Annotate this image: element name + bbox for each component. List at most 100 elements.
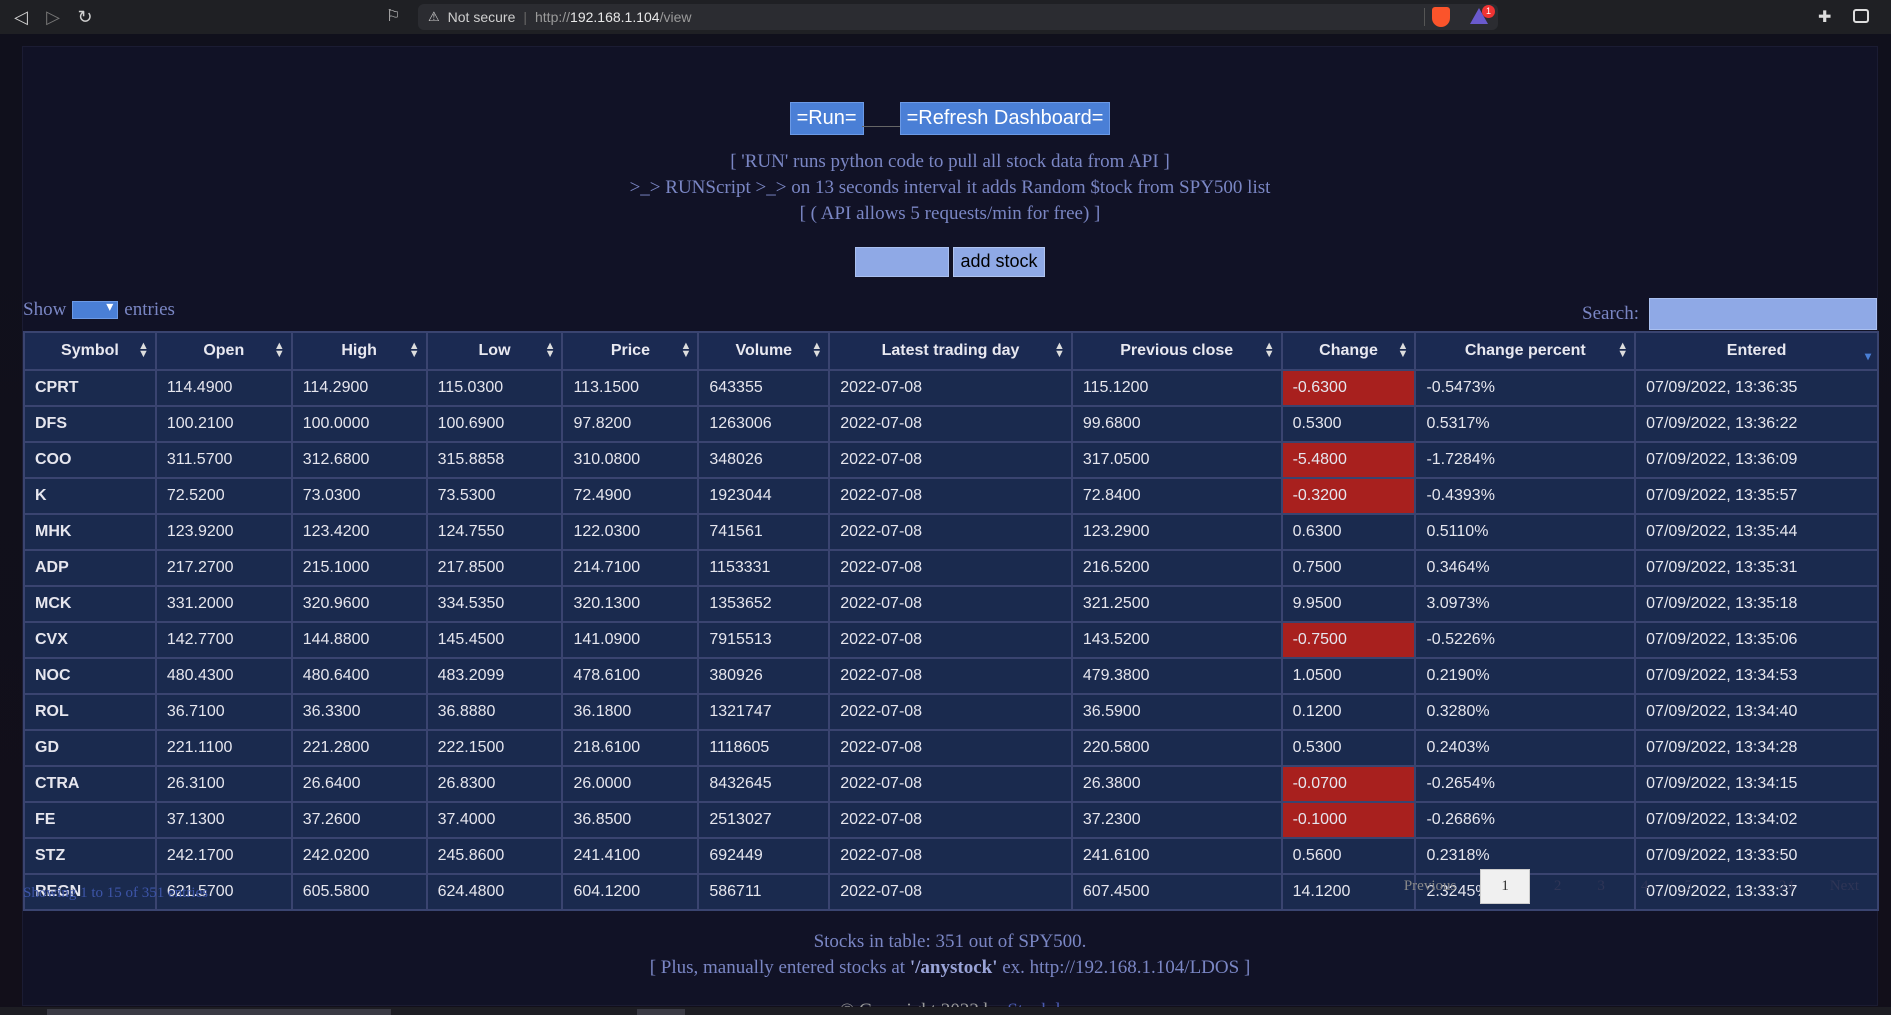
table-row[interactable]: CVX 142.7700 144.8800 145.4500 141.0900 79155… bbox=[23, 621, 1879, 659]
table-cell: 36.8880 bbox=[425, 693, 564, 731]
table-cell: 321.2500 bbox=[1070, 585, 1283, 623]
table-row[interactable]: ADP 217.2700 215.1000 217.8500 214.7100 11533… bbox=[23, 549, 1879, 587]
wallet-icon[interactable] bbox=[1853, 9, 1869, 23]
table-cell: 215.1000 bbox=[290, 549, 428, 587]
table-cell: 0.5300 bbox=[1280, 405, 1417, 443]
page-button-1[interactable]: 1 bbox=[1480, 869, 1530, 904]
scrollbar-thumb[interactable] bbox=[47, 1009, 391, 1015]
table-cell: 9.9500 bbox=[1280, 585, 1417, 623]
info-line-3: [ ( API allows 5 requests/min for free) … bbox=[799, 203, 1101, 224]
add-stock-button[interactable]: add stock bbox=[953, 247, 1045, 277]
table-cell: 73.0300 bbox=[290, 477, 428, 515]
table-cell: 479.3800 bbox=[1070, 657, 1283, 695]
table-cell: 483.2099 bbox=[425, 657, 564, 695]
table-cell: 141.0900 bbox=[561, 621, 700, 659]
bookmark-icon[interactable]: ⚐ bbox=[386, 6, 400, 26]
sort-icon: ▲ ▼ bbox=[544, 340, 556, 360]
table-cell: 348026 bbox=[697, 441, 831, 479]
column-header-label: Symbol bbox=[61, 342, 119, 359]
extensions-icon[interactable]: ✚ bbox=[1818, 7, 1831, 27]
table-cell: 72.8400 bbox=[1070, 477, 1283, 515]
table-cell: 8432645 bbox=[697, 765, 831, 803]
table-cell: 0.5110% bbox=[1414, 513, 1637, 551]
table-cell: 480.4300 bbox=[154, 657, 293, 695]
table-cell: 214.7100 bbox=[561, 549, 700, 587]
table-cell: 115.1200 bbox=[1070, 369, 1283, 407]
table-cell: DFS bbox=[23, 405, 157, 443]
table-cell: 2022-07-08 bbox=[828, 729, 1073, 767]
table-cell: 217.8500 bbox=[425, 549, 564, 587]
column-header[interactable]: Change ▲ ▼ bbox=[1280, 331, 1417, 371]
column-header[interactable]: Price ▲ ▼ bbox=[561, 331, 700, 371]
manual-path: '/anystock' bbox=[909, 957, 998, 978]
brave-shield-icon[interactable] bbox=[1432, 7, 1450, 27]
column-header-label: Low bbox=[478, 342, 511, 359]
page-button-2[interactable]: 2 bbox=[1536, 878, 1580, 895]
table-cell: 2022-07-08 bbox=[828, 477, 1073, 515]
previous-page-button[interactable]: Previous bbox=[1386, 878, 1475, 895]
table-row[interactable]: COO 311.5700 312.6800 315.8858 310.0800 34802… bbox=[23, 441, 1879, 479]
table-cell: 2022-07-08 bbox=[828, 369, 1073, 407]
table-cell: 2022-07-08 bbox=[828, 549, 1073, 587]
column-header[interactable]: Entered ▾ bbox=[1634, 331, 1879, 371]
table-cell: 2022-07-08 bbox=[828, 585, 1073, 623]
forward-arrow-icon[interactable]: ▷ bbox=[40, 4, 66, 30]
url-host: 192.168.1.104 bbox=[570, 9, 660, 25]
search-input[interactable] bbox=[1649, 298, 1877, 330]
url-prefix: http:// bbox=[535, 9, 571, 25]
column-header[interactable]: Low ▲ ▼ bbox=[425, 331, 564, 371]
next-page-button[interactable]: Next bbox=[1812, 878, 1877, 895]
run-button[interactable]: =Run= bbox=[789, 102, 864, 135]
table-cell: 222.1500 bbox=[425, 729, 564, 767]
refresh-dashboard-button[interactable]: =Refresh Dashboard= bbox=[899, 102, 1111, 135]
column-header[interactable]: High ▲ ▼ bbox=[290, 331, 428, 371]
column-header-label: Change bbox=[1319, 342, 1378, 359]
back-arrow-icon[interactable]: ◁ bbox=[8, 4, 34, 30]
table-body: CPRT 114.4900 114.2900 115.0300 113.1500 6433… bbox=[23, 369, 1879, 911]
page-button-4[interactable]: 4 bbox=[1623, 878, 1667, 895]
table-cell: 1118605 bbox=[697, 729, 831, 767]
table-cell: 0.3280% bbox=[1414, 693, 1637, 731]
page-button-5[interactable]: 5 bbox=[1666, 878, 1710, 895]
table-row[interactable]: FE 37.1300 37.2600 37.4000 36.8500 2513027 202… bbox=[23, 801, 1879, 839]
table-row[interactable]: MCK 331.2000 320.9600 334.5350 320.1300 13536… bbox=[23, 585, 1879, 623]
table-cell: 26.6400 bbox=[290, 765, 428, 803]
reload-icon[interactable]: ↻ bbox=[72, 4, 98, 30]
table-row[interactable]: CTRA 26.3100 26.6400 26.8300 26.0000 8432645 2… bbox=[23, 765, 1879, 803]
table-cell: 37.1300 bbox=[154, 801, 293, 839]
entries-select[interactable] bbox=[72, 299, 119, 319]
table-cell: ADP bbox=[23, 549, 157, 587]
info-text: [ 'RUN' runs python code to pull all sto… bbox=[23, 149, 1877, 227]
table-row[interactable]: K 72.5200 73.0300 73.5300 72.4900 1923044 2022… bbox=[23, 477, 1879, 515]
page-button-3[interactable]: 3 bbox=[1579, 878, 1623, 895]
column-header-label: Change percent bbox=[1464, 342, 1586, 359]
table-cell: 07/09/2022, 13:35:31 bbox=[1634, 549, 1879, 587]
scrollbar-thumb-secondary[interactable] bbox=[637, 1009, 685, 1015]
table-cell: 1353652 bbox=[697, 585, 831, 623]
table-row[interactable]: CPRT 114.4900 114.2900 115.0300 113.1500 6433… bbox=[23, 369, 1879, 407]
column-header[interactable]: Latest trading day ▲ ▼ bbox=[828, 331, 1073, 371]
table-row[interactable]: MHK 123.9200 123.4200 124.7550 122.0300 74156… bbox=[23, 513, 1879, 551]
column-header[interactable]: Change percent ▲ ▼ bbox=[1414, 331, 1637, 371]
table-row[interactable]: GD 221.1100 221.2800 222.1500 218.6100 111860… bbox=[23, 729, 1879, 767]
table-row[interactable]: ROL 36.7100 36.3300 36.8880 36.1800 1321747 20… bbox=[23, 693, 1879, 731]
column-header[interactable]: Symbol ▲ ▼ bbox=[23, 331, 157, 371]
table-row[interactable]: DFS 100.2100 100.0000 100.6900 97.8200 126300… bbox=[23, 405, 1879, 443]
table-cell: 624.4800 bbox=[425, 873, 564, 911]
table-cell: 2022-07-08 bbox=[828, 513, 1073, 551]
table-cell: 115.0300 bbox=[425, 369, 564, 407]
table-cell: 0.5300 bbox=[1280, 729, 1417, 767]
table-cell: GD bbox=[23, 729, 157, 767]
table-cell: 2022-07-08 bbox=[828, 873, 1073, 911]
address-bar[interactable]: ⚠ Not secure | http://192.168.1.104/view bbox=[418, 4, 1498, 30]
add-stock-input[interactable] bbox=[855, 247, 950, 277]
dashboard-container: =Run= =Refresh Dashboard= [ 'RUN' runs py… bbox=[22, 46, 1879, 1010]
table-cell: -0.2686% bbox=[1414, 801, 1637, 839]
table-cell: 72.4900 bbox=[561, 477, 700, 515]
page-button-24[interactable]: 24 bbox=[1761, 878, 1812, 895]
column-header[interactable]: Open ▲ ▼ bbox=[154, 331, 293, 371]
table-cell: -0.3200 bbox=[1280, 477, 1417, 515]
column-header[interactable]: Volume ▲ ▼ bbox=[697, 331, 831, 371]
table-row[interactable]: NOC 480.4300 480.6400 483.2099 478.6100 38092… bbox=[23, 657, 1879, 695]
column-header[interactable]: Previous close ▲ ▼ bbox=[1070, 331, 1283, 371]
